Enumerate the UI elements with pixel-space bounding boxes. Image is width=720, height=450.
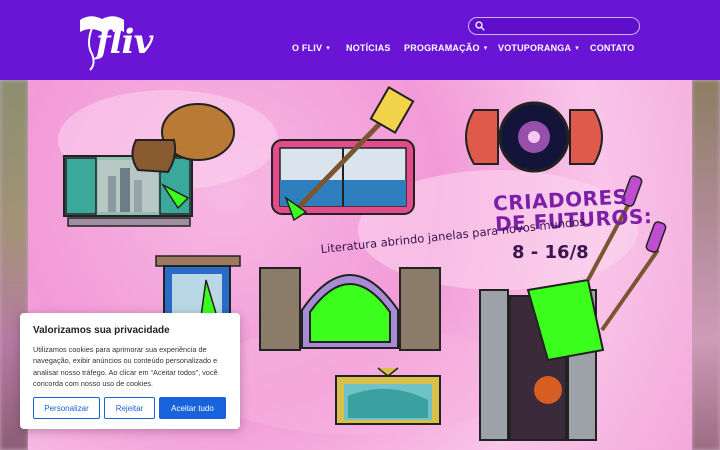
chevron-down-icon: ▾ — [575, 45, 579, 52]
window-galaxy-icon — [465, 101, 603, 173]
accept-all-button[interactable]: Aceitar tudo — [159, 397, 226, 419]
window-water-icon — [335, 367, 441, 425]
cookie-consent-banner: Valorizamos sua privacidade Utilizamos c… — [20, 313, 240, 429]
cookie-actions: Personalizar Rejeitar Aceitar tudo — [33, 397, 226, 419]
search-icon — [475, 21, 485, 31]
main-nav: O FLIV ▾ NOTÍCIAS PROGRAMAÇÃO ▾ VOTUPORANG… — [0, 43, 720, 59]
site-header: fliv O FLIV ▾ NOTÍCIAS PROGRAMAÇÃO ▾ VOTUP… — [0, 0, 720, 80]
window-portal-icon — [259, 267, 441, 351]
reject-button[interactable]: Rejeitar — [104, 397, 155, 419]
search-input[interactable] — [468, 17, 640, 35]
cookie-title: Valorizamos sua privacidade — [33, 325, 170, 336]
chevron-down-icon: ▾ — [483, 45, 488, 52]
hero-dates: 8 - 16/8 — [512, 242, 589, 263]
window-sea-icon — [271, 86, 415, 222]
nav-item-votuporanga[interactable]: VOTUPORANGA ▾ — [498, 43, 579, 53]
hero-side-right — [692, 80, 720, 450]
cookie-text: Utilizamos cookies para aprimorar sua ex… — [33, 345, 218, 388]
nav-item-o-fliv[interactable]: O FLIV ▾ — [292, 43, 330, 53]
nav-item-programacao[interactable]: PROGRAMAÇÃO ▾ — [404, 43, 487, 53]
nav-item-noticias[interactable]: NOTÍCIAS — [346, 43, 391, 53]
nav-item-contato[interactable]: CONTATO — [590, 43, 634, 53]
customize-button[interactable]: Personalizar — [33, 397, 100, 419]
chevron-down-icon: ▾ — [326, 45, 330, 52]
